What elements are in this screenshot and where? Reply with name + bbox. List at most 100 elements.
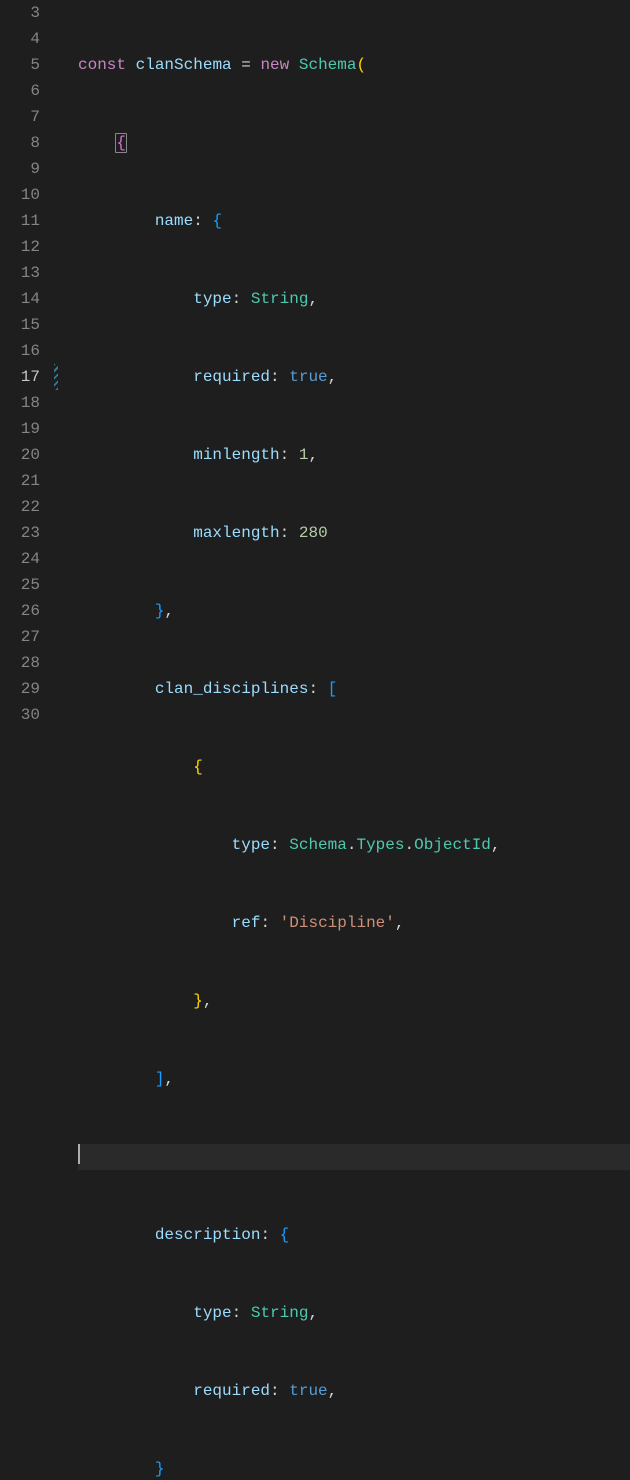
- brace-close: }: [155, 1460, 165, 1478]
- colon: :: [280, 524, 290, 542]
- code-line[interactable]: const clanSchema = new Schema(: [78, 52, 630, 78]
- line-number: 23: [0, 520, 40, 546]
- key-minlength: minlength: [193, 446, 279, 464]
- code-line[interactable]: maxlength: 280: [78, 520, 630, 546]
- brace-close: }: [155, 602, 165, 620]
- line-number: 24: [0, 546, 40, 572]
- code-line[interactable]: required: true,: [78, 364, 630, 390]
- line-number: 12: [0, 234, 40, 260]
- code-line-active[interactable]: [78, 1144, 630, 1170]
- colon: :: [270, 368, 280, 386]
- key-type: type: [193, 1304, 231, 1322]
- line-number: 3: [0, 0, 40, 26]
- code-line[interactable]: },: [78, 598, 630, 624]
- key-type: type: [193, 290, 231, 308]
- class-String: String: [251, 290, 309, 308]
- line-number-active: 17: [0, 364, 40, 390]
- code-line[interactable]: type: String,: [78, 286, 630, 312]
- line-number: 16: [0, 338, 40, 364]
- line-number: 29: [0, 676, 40, 702]
- class-ObjectId: ObjectId: [414, 836, 491, 854]
- bracket-open: [: [328, 680, 338, 698]
- code-line[interactable]: ],: [78, 1066, 630, 1092]
- line-number: 11: [0, 208, 40, 234]
- line-number: 30: [0, 702, 40, 728]
- key-type: type: [232, 836, 270, 854]
- key-description: description: [155, 1226, 261, 1244]
- comma: ,: [328, 368, 338, 386]
- key-clan-disciplines: clan_disciplines: [155, 680, 309, 698]
- brace-open: {: [193, 758, 203, 776]
- line-number: 13: [0, 260, 40, 286]
- code-line[interactable]: type: String,: [78, 1300, 630, 1326]
- code-line[interactable]: },: [78, 988, 630, 1014]
- code-line[interactable]: type: Schema.Types.ObjectId,: [78, 832, 630, 858]
- comma: ,: [308, 1304, 318, 1322]
- brace-open: {: [212, 212, 222, 230]
- line-number: 4: [0, 26, 40, 52]
- code-line[interactable]: minlength: 1,: [78, 442, 630, 468]
- operator-eq: =: [232, 56, 261, 74]
- line-number: 19: [0, 416, 40, 442]
- line-number: 9: [0, 156, 40, 182]
- line-number: 22: [0, 494, 40, 520]
- line-number: 7: [0, 104, 40, 130]
- code-line[interactable]: name: {: [78, 208, 630, 234]
- bracket-close: ]: [155, 1070, 165, 1088]
- line-number: 10: [0, 182, 40, 208]
- dot: .: [347, 836, 357, 854]
- comma: ,: [395, 914, 405, 932]
- text-cursor-icon: [78, 1144, 80, 1164]
- comma: ,: [164, 602, 174, 620]
- comma: ,: [491, 836, 501, 854]
- colon: :: [270, 836, 280, 854]
- bool-true: true: [289, 368, 327, 386]
- line-number: 27: [0, 624, 40, 650]
- key-ref: ref: [232, 914, 261, 932]
- line-number: 15: [0, 312, 40, 338]
- line-number: 20: [0, 442, 40, 468]
- key-required: required: [193, 368, 270, 386]
- code-line[interactable]: required: true,: [78, 1378, 630, 1404]
- comma: ,: [308, 290, 318, 308]
- line-number: 18: [0, 390, 40, 416]
- line-number: 28: [0, 650, 40, 676]
- code-line[interactable]: clan_disciplines: [: [78, 676, 630, 702]
- colon: :: [260, 1226, 270, 1244]
- colon: :: [232, 290, 242, 308]
- code-line[interactable]: description: {: [78, 1222, 630, 1248]
- line-number: 5: [0, 52, 40, 78]
- comma: ,: [203, 992, 213, 1010]
- class-String: String: [251, 1304, 309, 1322]
- string-Discipline: 'Discipline': [280, 914, 395, 932]
- class-Schema: Schema: [299, 56, 357, 74]
- code-line[interactable]: {: [78, 754, 630, 780]
- code-line[interactable]: ref: 'Discipline',: [78, 910, 630, 936]
- code-line[interactable]: {: [78, 130, 630, 156]
- code-editor[interactable]: 3 4 5 6 7 8 9 10 11 12 13 14 15 16 17 18…: [0, 0, 630, 740]
- brace-open: {: [280, 1226, 290, 1244]
- key-required: required: [193, 1382, 270, 1400]
- paren-open: (: [356, 56, 366, 74]
- comma: ,: [308, 446, 318, 464]
- code-area[interactable]: const clanSchema = new Schema( { name: {…: [58, 0, 630, 740]
- comma: ,: [164, 1070, 174, 1088]
- class-Types: Types: [356, 836, 404, 854]
- number-280: 280: [299, 524, 328, 542]
- identifier-clanSchema: clanSchema: [136, 56, 232, 74]
- line-number: 21: [0, 468, 40, 494]
- line-number: 6: [0, 78, 40, 104]
- code-line[interactable]: }: [78, 1456, 630, 1480]
- colon: :: [280, 446, 290, 464]
- colon: :: [260, 914, 270, 932]
- line-number: 14: [0, 286, 40, 312]
- brace-open: {: [115, 133, 127, 153]
- dot: .: [404, 836, 414, 854]
- keyword-const: const: [78, 56, 126, 74]
- key-name: name: [155, 212, 193, 230]
- line-number: 26: [0, 598, 40, 624]
- colon: :: [308, 680, 318, 698]
- class-Schema: Schema: [289, 836, 347, 854]
- brace-close: }: [193, 992, 203, 1010]
- line-number: 8: [0, 130, 40, 156]
